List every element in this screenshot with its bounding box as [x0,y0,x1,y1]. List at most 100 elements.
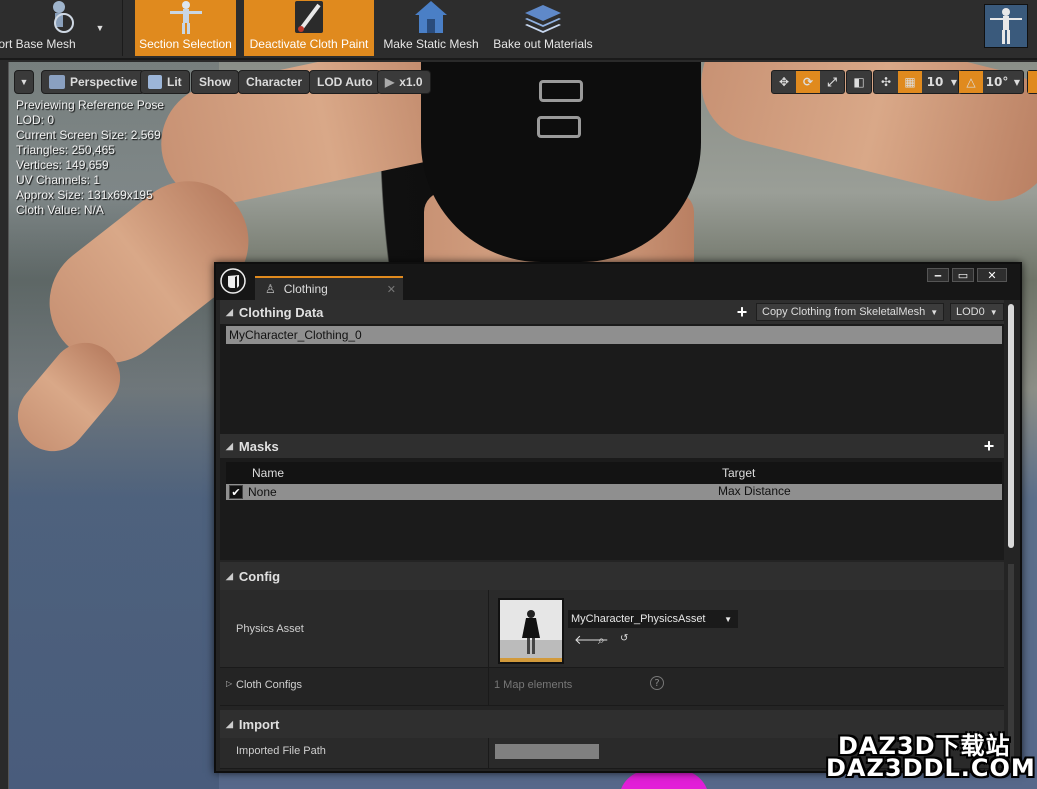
scale-snap-icon [1028,71,1037,93]
make-static-mesh-label: Make Static Mesh [383,37,479,51]
world-local-toggle[interactable]: ◧ [846,70,872,94]
lod-auto-label: LOD Auto [317,75,373,89]
clothing-data-title: Clothing Data [238,304,324,320]
list-item[interactable]: MyCharacter_Clothing_0 [226,326,1002,344]
scrollbar[interactable] [1008,304,1014,548]
grid-snap-control: ✣ ▦ 10 ▼ [873,70,961,94]
config-header[interactable]: ◢ Config [220,562,1004,590]
browse-icon[interactable]: ⌕ [598,633,605,648]
physics-asset-label: Physics Asset [236,623,304,635]
clothing-data-list: MyCharacter_Clothing_0 [220,324,1004,434]
chevron-down-icon: ▼ [989,307,998,317]
minimize-icon[interactable]: ‒ [927,268,949,282]
lit-button[interactable]: Lit [140,70,190,94]
chevron-down-icon: ▼ [19,77,29,87]
character-button[interactable]: Character [238,70,311,94]
stat-line: Vertices: 149,659 [16,158,109,172]
copy-clothing-button[interactable]: Copy Clothing from SkeletalMesh ▼ [756,303,945,321]
stat-line: Cloth Value: N/A [16,203,104,217]
masks-title: Masks [238,438,279,454]
masks-table-header: Name Target [226,462,1002,484]
vest-buckle-top [539,80,583,102]
clothing-data-header[interactable]: ◢ Clothing Data + Copy Clothing from Ske… [220,300,1004,324]
toolbar-divider [122,0,123,56]
masks-header[interactable]: ◢ Masks + [220,434,1004,458]
grid-snap-value[interactable]: 10 [922,71,948,93]
window-title-bar[interactable]: ♙ Clothing ✕ ‒ ▭ ✕ [216,264,1020,300]
cloth-configs-row: ▷ Cloth Configs 1 Map elements ? [220,668,1004,706]
add-mask-icon[interactable]: + [980,436,998,456]
cube-icon [148,75,162,89]
help-icon[interactable]: ? [650,676,664,690]
deactivate-cloth-paint-label: Deactivate Cloth Paint [249,37,369,51]
window-controls: ‒ ▭ ✕ [927,268,1007,282]
deactivate-cloth-paint-button[interactable]: Deactivate Cloth Paint [244,0,374,56]
character-label: Character [246,75,303,89]
viewport-options-button[interactable]: ▼ [14,70,34,94]
play-icon: ▶ [385,75,395,89]
import-dropdown-button[interactable]: ▼ [88,0,112,56]
camera-icon [49,75,65,89]
perspective-label: Perspective [70,75,138,89]
clothing-window: ♙ Clothing ✕ ‒ ▭ ✕ ◢ Clothing Data + Cop… [214,262,1022,773]
make-static-mesh-button[interactable]: Make Static Mesh [380,0,482,56]
collapse-arrow-icon: ◢ [226,440,233,451]
viewport-stats: Previewing Reference Pose LOD: 0 Current… [16,98,164,218]
tab-clothing-label: Clothing [283,282,328,296]
bake-out-materials-button[interactable]: Bake out Materials [488,0,598,56]
cloth-configs-label: Cloth Configs [236,679,303,691]
character-thumbnail[interactable] [984,4,1028,48]
scale-icon[interactable]: ⤢ [820,71,844,93]
perspective-button[interactable]: Perspective [41,70,146,94]
rotation-snap-control: △ 10° ▼ [958,70,1024,94]
close-icon[interactable]: ✕ [977,268,1007,282]
mask-name: None [248,485,277,499]
import-title: Import [238,716,280,732]
stat-line: Triangles: 250,465 [16,143,115,157]
lod-auto-button[interactable]: LOD Auto [309,70,381,94]
reset-icon[interactable]: ↺ [620,633,628,644]
section-selection-button[interactable]: Section Selection [135,0,236,56]
surface-snap-icon[interactable]: ✣ [874,71,898,93]
stat-line: Current Screen Size: 2.569 [16,128,161,142]
physics-asset-thumbnail[interactable] [498,598,564,664]
static-mesh-icon [411,0,451,35]
cloth-configs-value: 1 Map elements [494,679,573,691]
move-icon[interactable]: ✥ [772,71,796,93]
play-rate-button[interactable]: ▶ x1.0 [377,70,431,94]
layers-icon [523,0,563,35]
collapse-arrow-icon: ◢ [226,570,233,581]
rotation-snap-icon[interactable]: △ [959,71,983,93]
mask-enabled-checkbox[interactable]: ✔ [229,485,243,499]
imported-file-path-field[interactable] [495,744,599,759]
rotation-snap-value[interactable]: 10° [983,71,1011,93]
column-divider [488,590,489,668]
copy-clothing-label: Copy Clothing from SkeletalMesh [762,306,926,318]
imported-file-path-label: Imported File Path [236,745,326,757]
expand-arrow-icon[interactable]: ▷ [226,679,232,688]
show-button[interactable]: Show [191,70,239,94]
chevron-down-icon[interactable]: ▼ [1011,71,1023,93]
physics-asset-picker[interactable]: MyCharacter_PhysicsAsset ▼ [568,610,738,628]
chevron-down-icon: ▼ [95,23,105,33]
collapse-arrow-icon: ◢ [226,718,233,729]
maximize-icon[interactable]: ▭ [952,268,974,282]
stat-line: Previewing Reference Pose [16,98,165,112]
table-row[interactable]: ✔ None Max Distance [226,484,1002,500]
close-tab-icon[interactable]: ✕ [387,283,396,296]
scale-snap-control[interactable] [1027,70,1037,94]
chevron-down-icon: ▼ [930,307,939,317]
column-name: Name [252,466,285,480]
unreal-logo-icon [220,268,246,294]
tab-clothing[interactable]: ♙ Clothing ✕ [255,276,403,300]
column-divider [488,738,489,769]
cube-icon: ◧ [853,75,865,89]
add-clothing-icon[interactable]: + [733,302,751,322]
stat-line: UV Channels: 1 [16,173,101,187]
show-label: Show [199,75,231,89]
character-figure-icon [990,8,1022,44]
lod-select[interactable]: LOD0 ▼ [950,303,1004,321]
grid-snap-icon[interactable]: ▦ [898,71,922,93]
rotate-icon[interactable]: ⟳ [796,71,820,93]
transform-tools: ✥ ⟳ ⤢ [771,70,845,94]
